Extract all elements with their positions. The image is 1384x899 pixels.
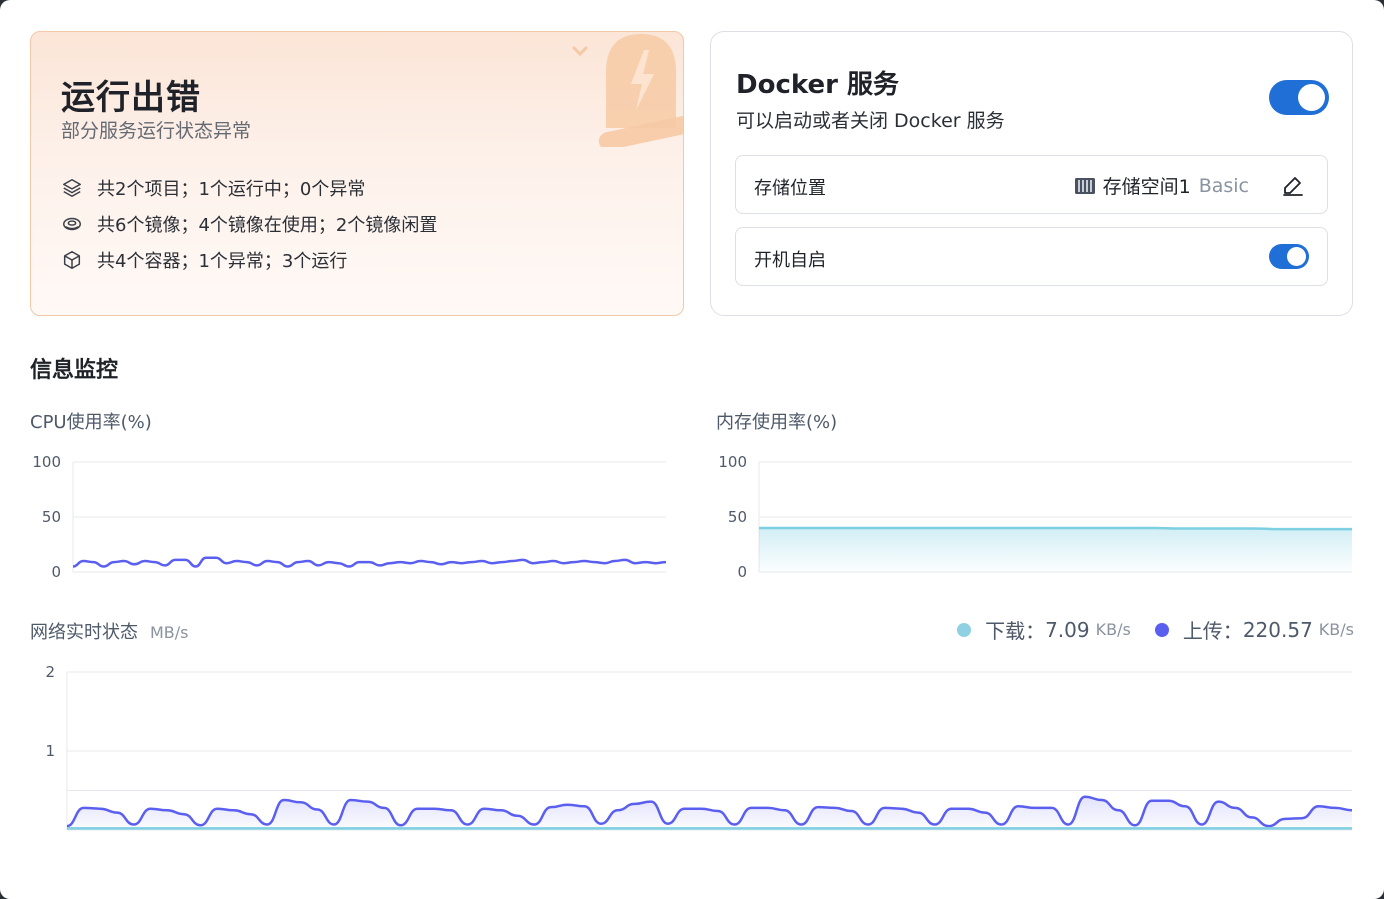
storage-location-row: 存储位置 存储空间1 Basic bbox=[735, 155, 1328, 214]
edit-icon[interactable] bbox=[1281, 173, 1305, 197]
y-tick-label: 2 bbox=[45, 663, 55, 681]
docker-overview-panel: 运行出错 部分服务运行状态异常 共2个项目；1个运行中；0个异常 共6个镜像；4… bbox=[0, 0, 1384, 899]
disk-image-icon bbox=[63, 217, 81, 231]
y-tick-label: 1 bbox=[45, 742, 55, 760]
storage-volume-name: 存储空间1 bbox=[1102, 176, 1191, 198]
upload-dot-icon bbox=[1154, 622, 1169, 637]
network-chart: 21 bbox=[45, 663, 1353, 831]
cpu-chart-title: CPU使用率(%) bbox=[30, 412, 152, 433]
download-label: 下载： bbox=[985, 619, 1046, 643]
docker-subtitle: 可以启动或者关闭 Docker 服务 bbox=[736, 110, 1005, 132]
docker-service-toggle[interactable] bbox=[1269, 80, 1329, 115]
container-box-icon bbox=[63, 251, 81, 269]
status-item-text: 共6个镜像；4个镜像在使用；2个镜像闲置 bbox=[97, 215, 438, 236]
status-item-projects: 共2个项目；1个运行中；0个异常 bbox=[61, 170, 437, 206]
status-item-text: 共4个容器；1个异常；3个运行 bbox=[97, 251, 348, 272]
autostart-toggle[interactable] bbox=[1269, 244, 1309, 269]
y-tick-label: 0 bbox=[737, 563, 747, 581]
series-line bbox=[72, 556, 667, 568]
autostart-row: 开机自启 bbox=[735, 227, 1328, 286]
legend-upload: 上传： 220.57 KB/s bbox=[1154, 615, 1354, 644]
series-area bbox=[759, 528, 1352, 572]
layers-icon bbox=[63, 179, 81, 197]
upload-value: 220.57 bbox=[1242, 617, 1313, 642]
monitor-section-title: 信息监控 bbox=[30, 358, 119, 383]
storage-location-label: 存储位置 bbox=[754, 178, 826, 199]
autostart-label: 开机自启 bbox=[754, 250, 826, 271]
memory-chart-title: 内存使用率(%) bbox=[716, 412, 838, 433]
series-line bbox=[758, 526, 1352, 531]
y-tick-label: 0 bbox=[51, 563, 61, 581]
network-unit: MB/s bbox=[150, 623, 189, 642]
toggle-knob bbox=[1287, 247, 1306, 266]
network-chart-title: 网络实时状态 MB/s bbox=[30, 618, 189, 644]
storage-volume-icon bbox=[1074, 177, 1095, 194]
memory-chart: 100 50 0 bbox=[718, 453, 1352, 581]
status-item-text: 共2个项目；1个运行中；0个异常 bbox=[97, 179, 366, 200]
download-unit: KB/s bbox=[1095, 620, 1131, 639]
status-item-images: 共6个镜像；4个镜像在使用；2个镜像闲置 bbox=[61, 206, 437, 242]
status-subtitle: 部分服务运行状态异常 bbox=[61, 120, 252, 142]
y-tick-label: 100 bbox=[718, 453, 747, 471]
status-list: 共2个项目；1个运行中；0个异常 共6个镜像；4个镜像在使用；2个镜像闲置 共4… bbox=[61, 170, 437, 278]
download-dot-icon bbox=[957, 622, 972, 637]
status-title: 运行出错 bbox=[61, 78, 201, 118]
network-chart-label: 网络实时状态 bbox=[30, 622, 138, 643]
y-tick-label: 50 bbox=[728, 508, 747, 526]
storage-location-value: 存储空间1 Basic bbox=[1074, 172, 1249, 199]
storage-volume-type: Basic bbox=[1198, 174, 1249, 197]
toggle-knob bbox=[1298, 84, 1325, 111]
status-item-containers: 共4个容器；1个异常；3个运行 bbox=[61, 242, 437, 278]
alarm-icon bbox=[572, 34, 683, 147]
network-legend: 下载： 7.09 KB/s 上传： 220.57 KB/s bbox=[957, 615, 1354, 644]
legend-download: 下载： 7.09 KB/s bbox=[957, 615, 1131, 644]
download-value: 7.09 bbox=[1045, 617, 1090, 642]
y-tick-label: 100 bbox=[32, 453, 61, 471]
upload-unit: KB/s bbox=[1318, 620, 1354, 639]
docker-service-card: Docker 服务 可以启动或者关闭 Docker 服务 存储位置 存储空间1 … bbox=[710, 31, 1353, 316]
upload-label: 上传： bbox=[1182, 619, 1243, 643]
y-tick-label: 50 bbox=[42, 508, 61, 526]
docker-title: Docker 服务 bbox=[736, 70, 899, 100]
status-card: 运行出错 部分服务运行状态异常 共2个项目；1个运行中；0个异常 共6个镜像；4… bbox=[30, 31, 684, 316]
cpu-chart: 100 50 0 bbox=[32, 453, 667, 581]
